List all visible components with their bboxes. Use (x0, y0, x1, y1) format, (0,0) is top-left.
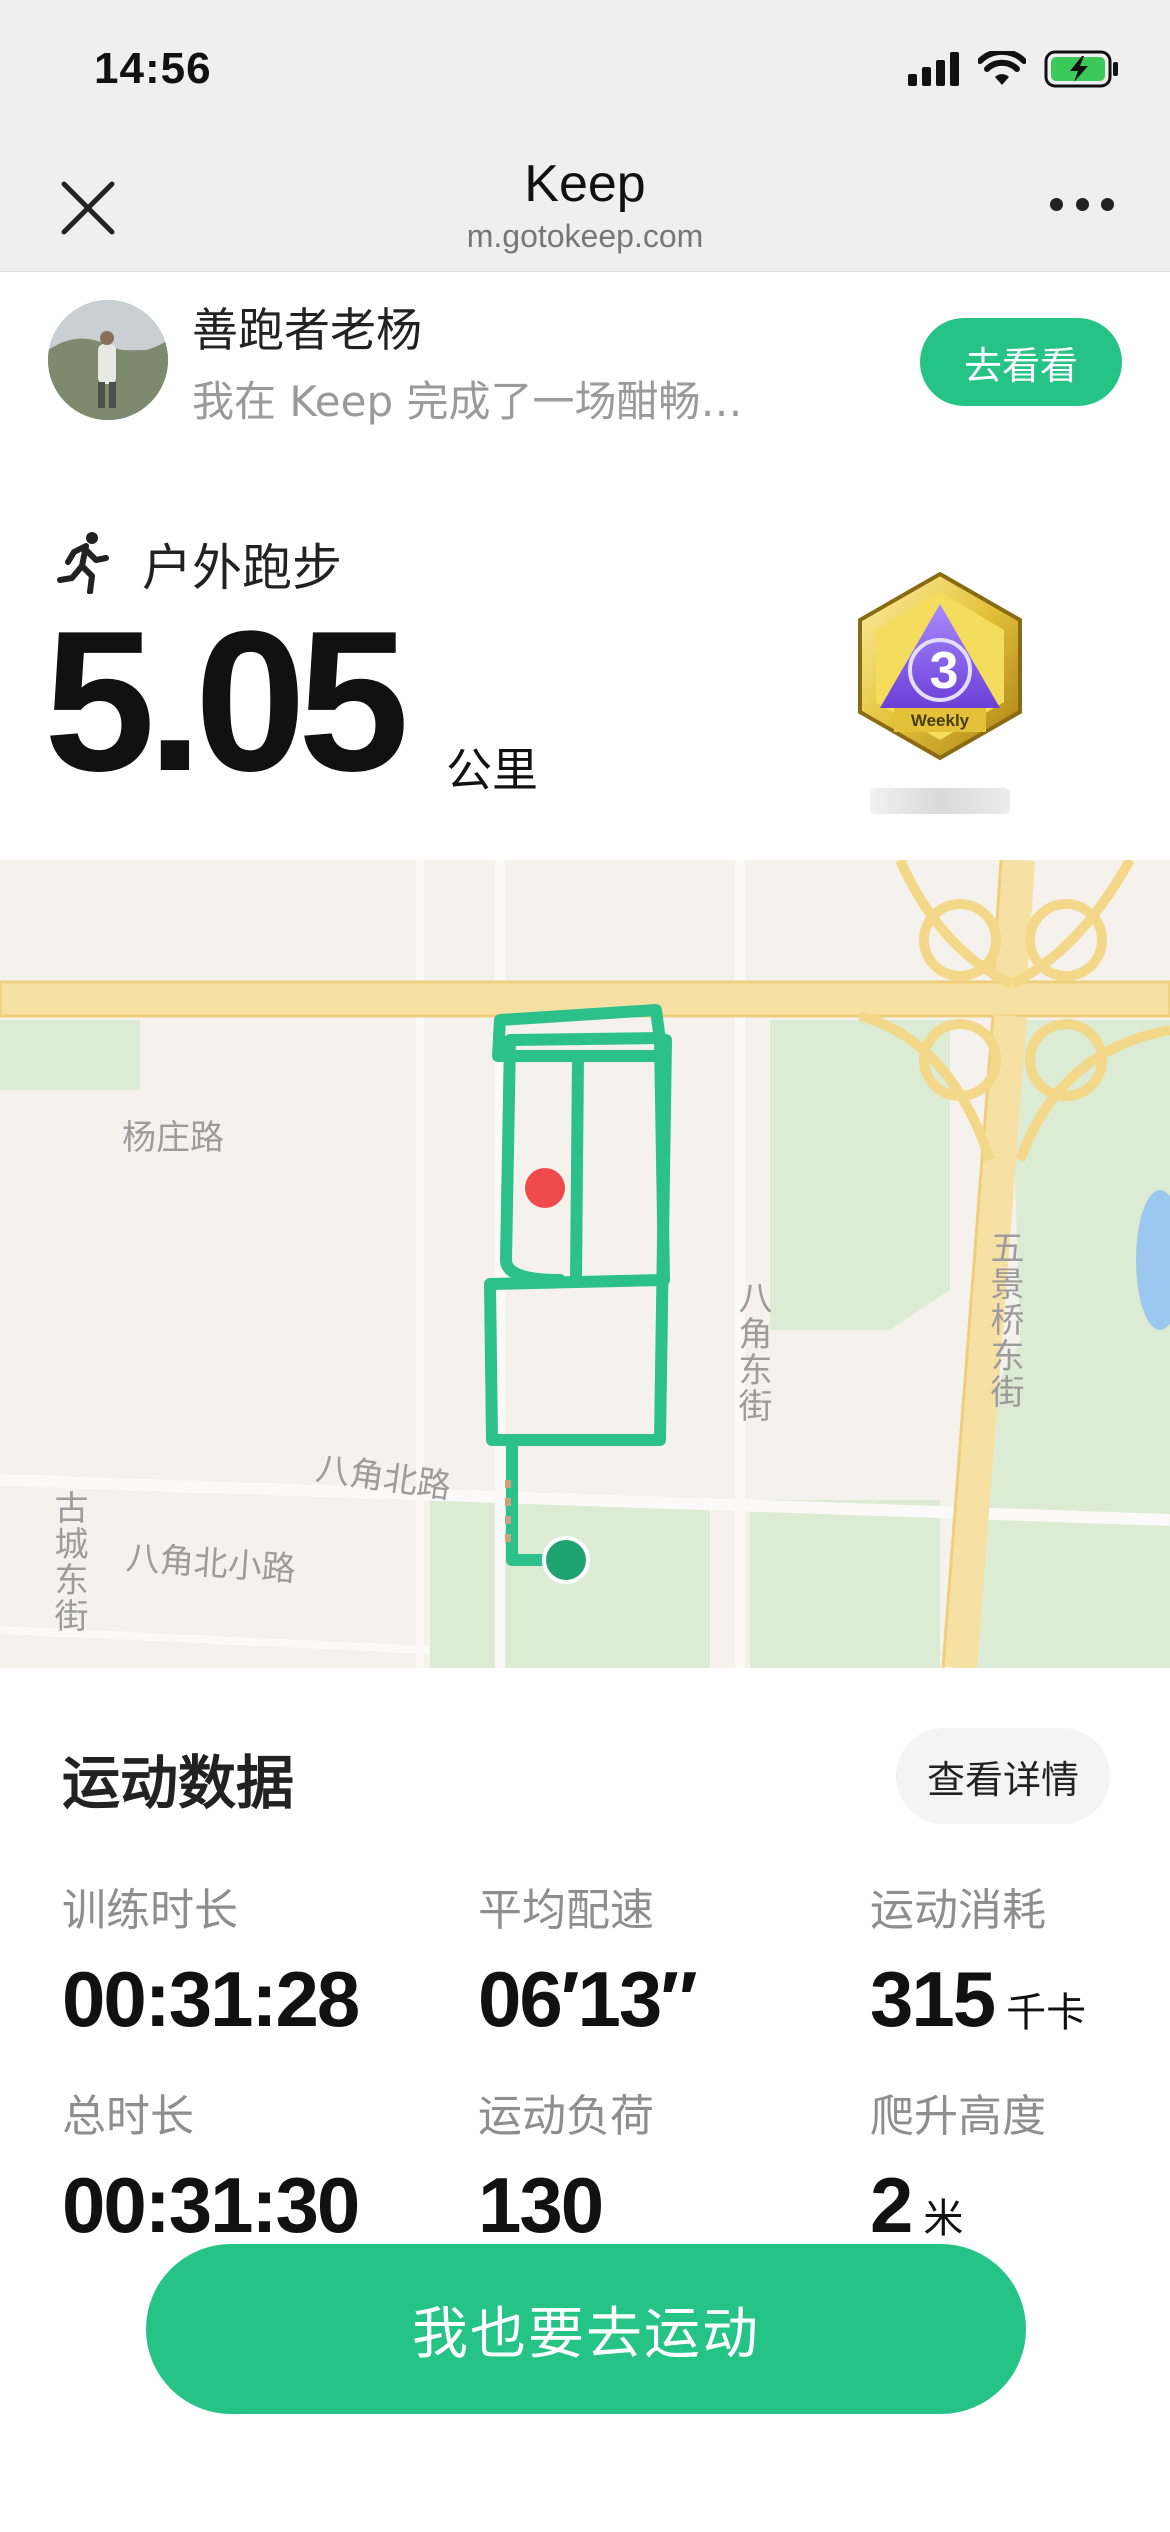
stat-label: 运动负荷 (478, 2091, 654, 2142)
distance-value: 5.05 (44, 590, 409, 813)
stat-total-duration: 总时长 00:31:30 (62, 2080, 360, 2251)
browser-header: Keep m.gotokeep.com (0, 140, 1170, 272)
map-label: 八角东街 (732, 1280, 772, 1424)
page-url: m.gotokeep.com (466, 218, 704, 254)
stat-unit: 千卡 (1006, 1990, 1087, 2036)
running-icon (57, 532, 109, 594)
view-details-button[interactable]: 查看详情 (896, 1728, 1110, 1824)
avatar[interactable] (48, 300, 168, 420)
distance-unit: 公里 (446, 743, 538, 797)
medal-number: 3 (930, 642, 959, 700)
activity-summary: 户外跑步 5.05 公里 3 Weekly (0, 452, 1170, 860)
stat-label: 训练时长 (62, 1885, 238, 1936)
status-icons (908, 50, 1120, 88)
stat-label: 运动消耗 (870, 1885, 1046, 1936)
stat-value: 315 千卡 (870, 1955, 1087, 2043)
stat-value: 00:31:30 (62, 2161, 360, 2249)
map-label: 杨庄路 (122, 1118, 224, 1158)
map-label: 古城东街 (48, 1490, 88, 1634)
stat-average-pace: 平均配速 06′13″ (478, 1874, 698, 2045)
stat-value: 130 (478, 2161, 604, 2249)
stat-label: 爬升高度 (870, 2091, 1046, 2142)
more-options-icon[interactable] (1050, 198, 1114, 216)
stats-title: 运动数据 (62, 1749, 295, 1817)
medal-caption-blurred (870, 788, 1010, 814)
stat-value: 2米 (870, 2161, 964, 2249)
map-label: 五景桥东街 (984, 1230, 1024, 1410)
route-end-marker (542, 1536, 590, 1584)
share-message: 我在 Keep 完成了一场酣畅… (192, 377, 743, 426)
status-time: 14:56 (94, 44, 212, 93)
stat-training-duration: 训练时长 00:31:28 (62, 1874, 360, 2045)
user-name: 善跑者老杨 (192, 303, 422, 357)
stat-unit: 米 (923, 2196, 964, 2242)
stat-elevation-gain: 爬升高度 2米 (870, 2080, 1046, 2251)
share-banner: 善跑者老杨 我在 Keep 完成了一场酣畅… 去看看 (0, 272, 1170, 452)
cellular-signal-icon (908, 52, 959, 86)
stat-label: 平均配速 (478, 1885, 654, 1936)
page-title: Keep (524, 155, 646, 213)
weekly-medal-icon[interactable]: 3 Weekly (854, 570, 1026, 762)
medal-label: Weekly (911, 711, 970, 730)
start-workout-button[interactable]: 我也要去运动 (146, 2244, 1026, 2414)
wifi-icon (978, 51, 1026, 85)
stat-calories: 运动消耗 315 千卡 (870, 1874, 1086, 2045)
go-see-button[interactable]: 去看看 (920, 318, 1122, 406)
stat-training-load: 运动负荷 130 (478, 2080, 654, 2251)
stat-value: 06′13″ (478, 1955, 698, 2043)
stat-value: 00:31:28 (62, 1955, 360, 2043)
route-map[interactable]: 杨庄路 八角东街 五景桥东街 八角北路 古城东街 八角北小路 (0, 860, 1170, 1668)
status-bar: 14:56 (0, 0, 1170, 140)
battery-charging-icon (1044, 50, 1118, 88)
stat-label: 总时长 (62, 2091, 194, 2142)
route-start-marker (525, 1168, 565, 1208)
